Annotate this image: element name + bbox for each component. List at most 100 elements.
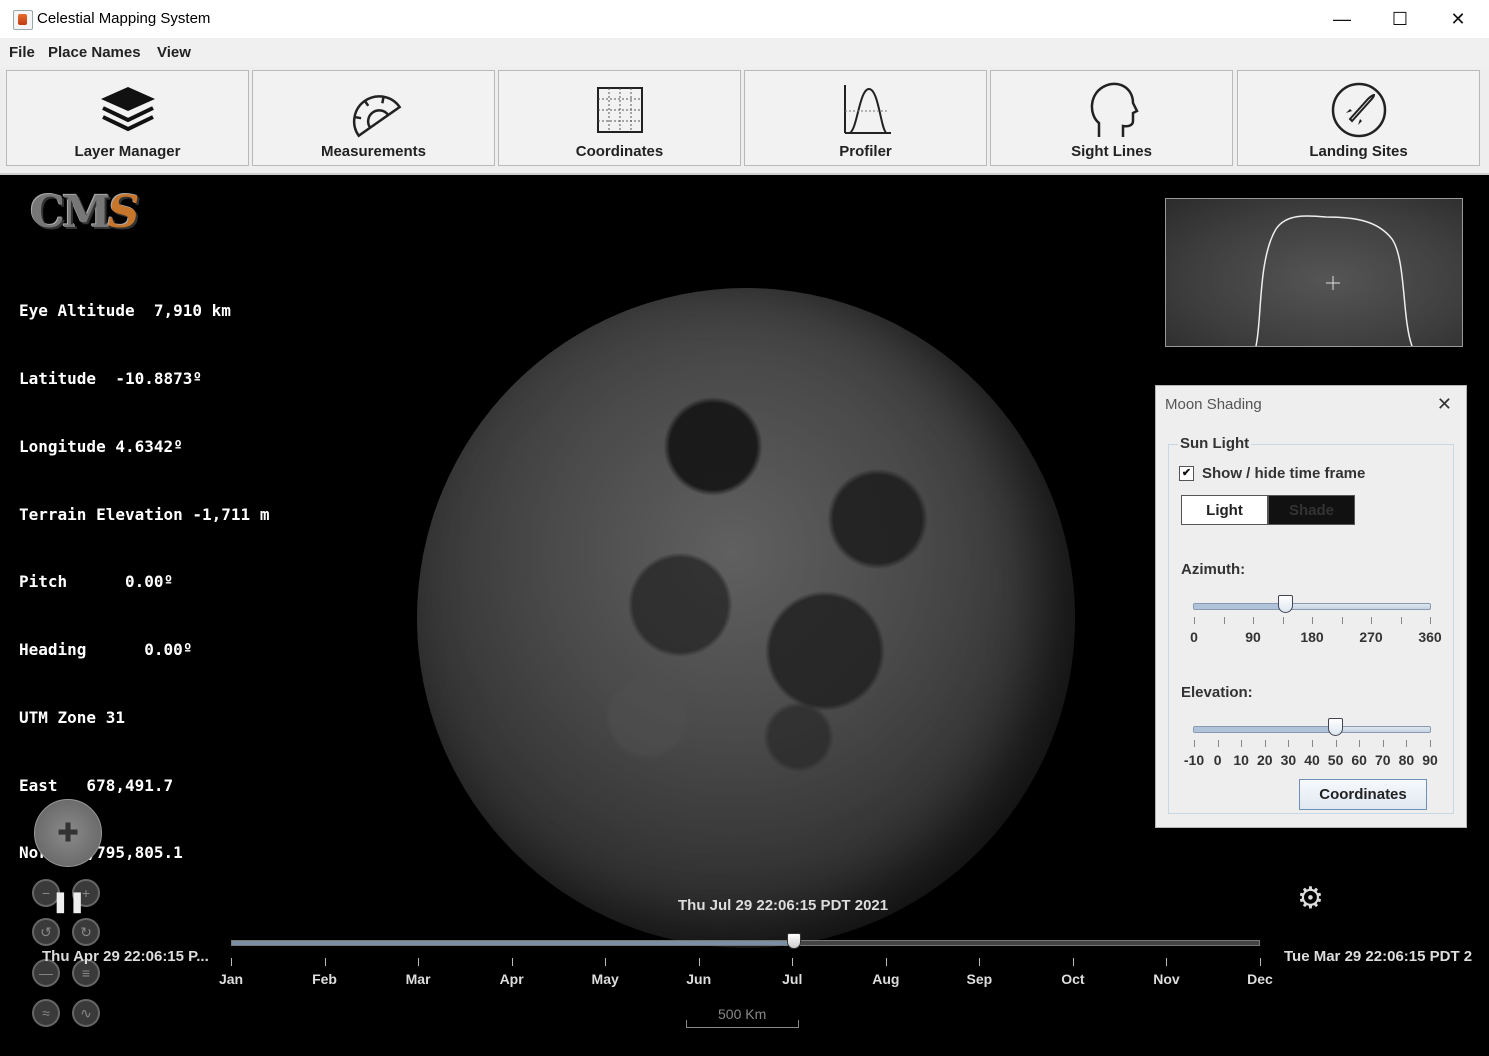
heading-readout: Heading 0.00º: [19, 640, 193, 660]
month-label: Feb: [312, 971, 337, 987]
rotate-left-icon[interactable]: ↺: [32, 918, 60, 946]
time-frame-label: Show / hide time frame: [1202, 465, 1366, 482]
coordinates-tool-label: Coordinates: [575, 143, 664, 160]
eye-altitude-readout: Eye Altitude 7,910 km: [19, 301, 231, 321]
month-label: Jul: [782, 971, 803, 987]
exaggeration-down-icon[interactable]: ≈: [32, 999, 60, 1027]
elevation-slider[interactable]: [1193, 718, 1431, 736]
azimuth-tick: [1282, 617, 1284, 624]
azimuth-slider-fill: [1194, 604, 1286, 609]
rotate-right-icon[interactable]: ↻: [72, 918, 100, 946]
time-frame-checkbox[interactable]: ✔: [1179, 466, 1194, 481]
elevation-tick-label: 30: [1280, 752, 1297, 768]
month-tick: [1260, 958, 1261, 966]
elevation-tick: [1335, 740, 1337, 747]
timeline-end-date: Tue Mar 29 22:06:15 PDT 2: [1284, 948, 1473, 965]
month-tick: [511, 958, 513, 966]
time-slider-thumb[interactable]: [786, 933, 801, 949]
landing-sites-label: Landing Sites: [1309, 143, 1408, 160]
time-slider-fill: [232, 941, 794, 945]
azimuth-slider-thumb[interactable]: [1277, 595, 1293, 613]
view-footprint: [1255, 215, 1413, 346]
java-app-icon: [13, 10, 33, 30]
elevation-tick: [1430, 740, 1431, 747]
month-tick: [324, 958, 326, 966]
pause-button[interactable]: ❚❚: [52, 889, 86, 914]
azimuth-tick: [1312, 617, 1313, 624]
current-date: Thu Jul 29 22:06:15 PDT 2021: [678, 897, 889, 914]
azimuth-tick-label: 270: [1359, 629, 1383, 645]
elevation-tick-label: 0: [1213, 752, 1222, 768]
month-tick: [231, 958, 232, 966]
azimuth-slider[interactable]: [1193, 595, 1431, 613]
measurements-button[interactable]: Measurements: [252, 70, 495, 166]
close-button[interactable]: ✕: [1429, 0, 1487, 38]
toolbar: Layer Manager Measurements Coordinates P…: [0, 67, 1489, 175]
profiler-button[interactable]: Profiler: [744, 70, 987, 166]
title-bar: Celestial Mapping System — ☐ ✕: [0, 0, 1489, 39]
time-slider[interactable]: [231, 933, 1260, 949]
minimize-button[interactable]: —: [1313, 0, 1371, 38]
moon-globe[interactable]: [417, 288, 1075, 948]
protractor-icon: [352, 95, 401, 138]
maximize-button[interactable]: ☐: [1371, 0, 1429, 38]
month-tick: [979, 958, 981, 966]
coordinates-tool-button[interactable]: Coordinates: [498, 70, 741, 166]
azimuth-tick-label: 180: [1300, 629, 1324, 645]
elevation-tick: [1288, 740, 1290, 747]
elevation-tick: [1312, 740, 1313, 747]
menu-place-names[interactable]: Place Names: [48, 44, 141, 61]
elevation-slider-fill: [1194, 727, 1336, 732]
measurements-label: Measurements: [320, 143, 427, 160]
cms-logo: CMS: [30, 187, 139, 238]
scale-bar: [686, 1020, 799, 1028]
pan-arrows-icon: ✚: [57, 817, 79, 848]
utm-zone-readout: UTM Zone 31: [19, 707, 125, 727]
elevation-tick-label: 40: [1304, 752, 1320, 768]
month-label: Jan: [218, 971, 244, 987]
elevation-tick-label: 10: [1233, 752, 1249, 768]
elevation-tick-label: 50: [1327, 752, 1344, 768]
layer-manager-button[interactable]: Layer Manager: [6, 70, 249, 166]
coordinates-button[interactable]: Coordinates: [1299, 779, 1427, 810]
azimuth-label: Azimuth:: [1181, 561, 1246, 578]
month-label: Sep: [966, 971, 993, 987]
exaggeration-up-icon[interactable]: ∿: [72, 999, 100, 1027]
sight-lines-label: Sight Lines: [1071, 143, 1152, 160]
time-frame-toggle[interactable]: ✔ Show / hide time frame: [1179, 465, 1365, 482]
month-label: Jun: [686, 971, 712, 987]
elevation-tick: [1382, 740, 1384, 747]
panel-close-icon[interactable]: ✕: [1437, 394, 1452, 415]
azimuth-tick: [1223, 617, 1225, 624]
sun-light-group: Sun Light ✔ Show / hide time frame Light…: [1168, 435, 1454, 814]
month-tick: [1166, 958, 1168, 966]
longitude-readout: Longitude 4.6342º: [19, 436, 183, 456]
rocket-icon: [1331, 82, 1386, 138]
menu-view[interactable]: View: [157, 44, 191, 61]
gear-icon[interactable]: ⚙: [1297, 881, 1324, 916]
month-label: Aug: [872, 971, 900, 987]
month-label: Mar: [405, 971, 431, 987]
elevation-label: Elevation:: [1181, 684, 1253, 701]
elevation-tick: [1194, 740, 1195, 747]
timeline-start-date: Thu Apr 29 22:06:15 P...: [42, 948, 209, 965]
head-profile-icon: [1090, 82, 1139, 137]
landing-sites-button[interactable]: Landing Sites: [1237, 70, 1480, 166]
menu-bar: File Place Names View: [0, 38, 1489, 67]
shade-button[interactable]: Shade: [1268, 495, 1355, 525]
menu-file[interactable]: File: [9, 44, 35, 61]
world-map-overview[interactable]: [1165, 198, 1463, 347]
sun-light-title: Sun Light: [1178, 435, 1252, 452]
azimuth-tick: [1253, 617, 1254, 624]
sight-lines-button[interactable]: Sight Lines: [990, 70, 1233, 166]
elevation-slider-thumb[interactable]: [1327, 718, 1343, 736]
light-button[interactable]: Light: [1181, 495, 1268, 525]
pan-control[interactable]: ✚: [34, 799, 102, 867]
azimuth-tick: [1430, 617, 1431, 624]
azimuth-tick-label: 0: [1190, 629, 1198, 645]
elevation-tick: [1241, 740, 1243, 747]
elevation-tick: [1359, 740, 1361, 747]
east-readout: East 678,491.7: [19, 775, 174, 795]
globe-viewport[interactable]: CMS Eye Altitude 7,910 km Latitude -10.8…: [0, 175, 1489, 1056]
month-tick: [418, 958, 420, 966]
